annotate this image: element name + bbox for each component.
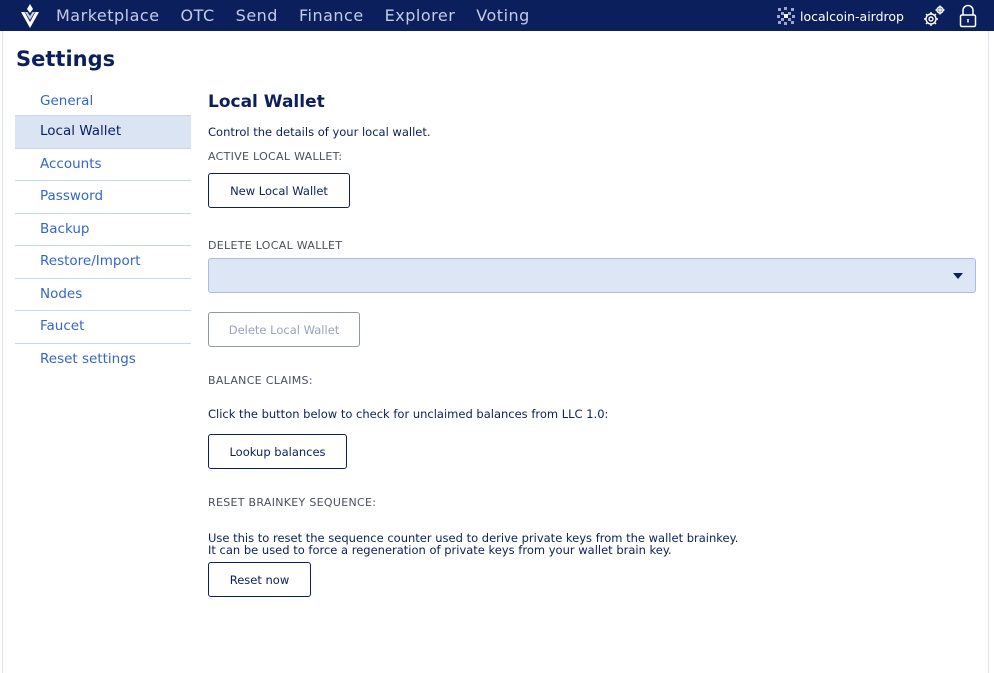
- sidebar-item-general[interactable]: General: [15, 86, 191, 116]
- nav-explorer[interactable]: Explorer: [385, 6, 456, 25]
- localcoin-logo-icon[interactable]: [18, 3, 42, 29]
- balance-claims-text: Click the button below to check for uncl…: [208, 407, 609, 421]
- section-title: Local Wallet: [208, 92, 325, 112]
- section-description: Control the details of your local wallet…: [208, 125, 431, 139]
- lock-icon[interactable]: [959, 4, 977, 28]
- caret-down-icon: [953, 273, 963, 279]
- nav-send[interactable]: Send: [236, 6, 278, 25]
- lookup-balances-button[interactable]: Lookup balances: [208, 434, 347, 469]
- top-navbar: Marketplace OTC Send Finance Explorer Vo…: [0, 0, 994, 31]
- account-name[interactable]: localcoin-airdrop: [800, 9, 904, 24]
- sidebar-item-backup[interactable]: Backup: [15, 214, 191, 246]
- balance-claims-label: BALANCE CLAIMS:: [208, 374, 313, 387]
- nav-voting[interactable]: Voting: [476, 6, 530, 25]
- active-wallet-label: ACTIVE LOCAL WALLET:: [208, 150, 343, 163]
- sidebar-item-password[interactable]: Password: [15, 181, 191, 214]
- new-local-wallet-button[interactable]: New Local Wallet: [208, 173, 350, 208]
- identicon-icon: [777, 7, 795, 25]
- reset-brainkey-label: RESET BRAINKEY SEQUENCE:: [208, 496, 377, 509]
- reset-brainkey-text-2: It can be used to force a regeneration o…: [208, 543, 672, 557]
- nav-finance[interactable]: Finance: [299, 6, 364, 25]
- nav-marketplace[interactable]: Marketplace: [56, 6, 160, 25]
- delete-wallet-select[interactable]: [208, 258, 976, 293]
- sidebar-item-local-wallet[interactable]: Local Wallet: [15, 116, 191, 149]
- account-menu[interactable]: localcoin-airdrop: [776, 5, 904, 27]
- delete-wallet-label: DELETE LOCAL WALLET: [208, 239, 343, 252]
- sidebar-item-restore-import[interactable]: Restore/Import: [15, 246, 191, 279]
- page-title: Settings: [16, 47, 116, 71]
- settings-sidebar: General Local Wallet Accounts Password B…: [15, 86, 191, 376]
- main-nav: Marketplace OTC Send Finance Explorer Vo…: [56, 0, 551, 31]
- sidebar-item-reset-settings[interactable]: Reset settings: [15, 344, 191, 377]
- gear-icon[interactable]: [922, 4, 946, 28]
- delete-local-wallet-button[interactable]: Delete Local Wallet: [208, 312, 360, 347]
- reset-now-button[interactable]: Reset now: [208, 562, 311, 597]
- nav-otc[interactable]: OTC: [181, 6, 215, 25]
- sidebar-item-accounts[interactable]: Accounts: [15, 149, 191, 181]
- sidebar-item-nodes[interactable]: Nodes: [15, 279, 191, 311]
- sidebar-item-faucet[interactable]: Faucet: [15, 311, 191, 344]
